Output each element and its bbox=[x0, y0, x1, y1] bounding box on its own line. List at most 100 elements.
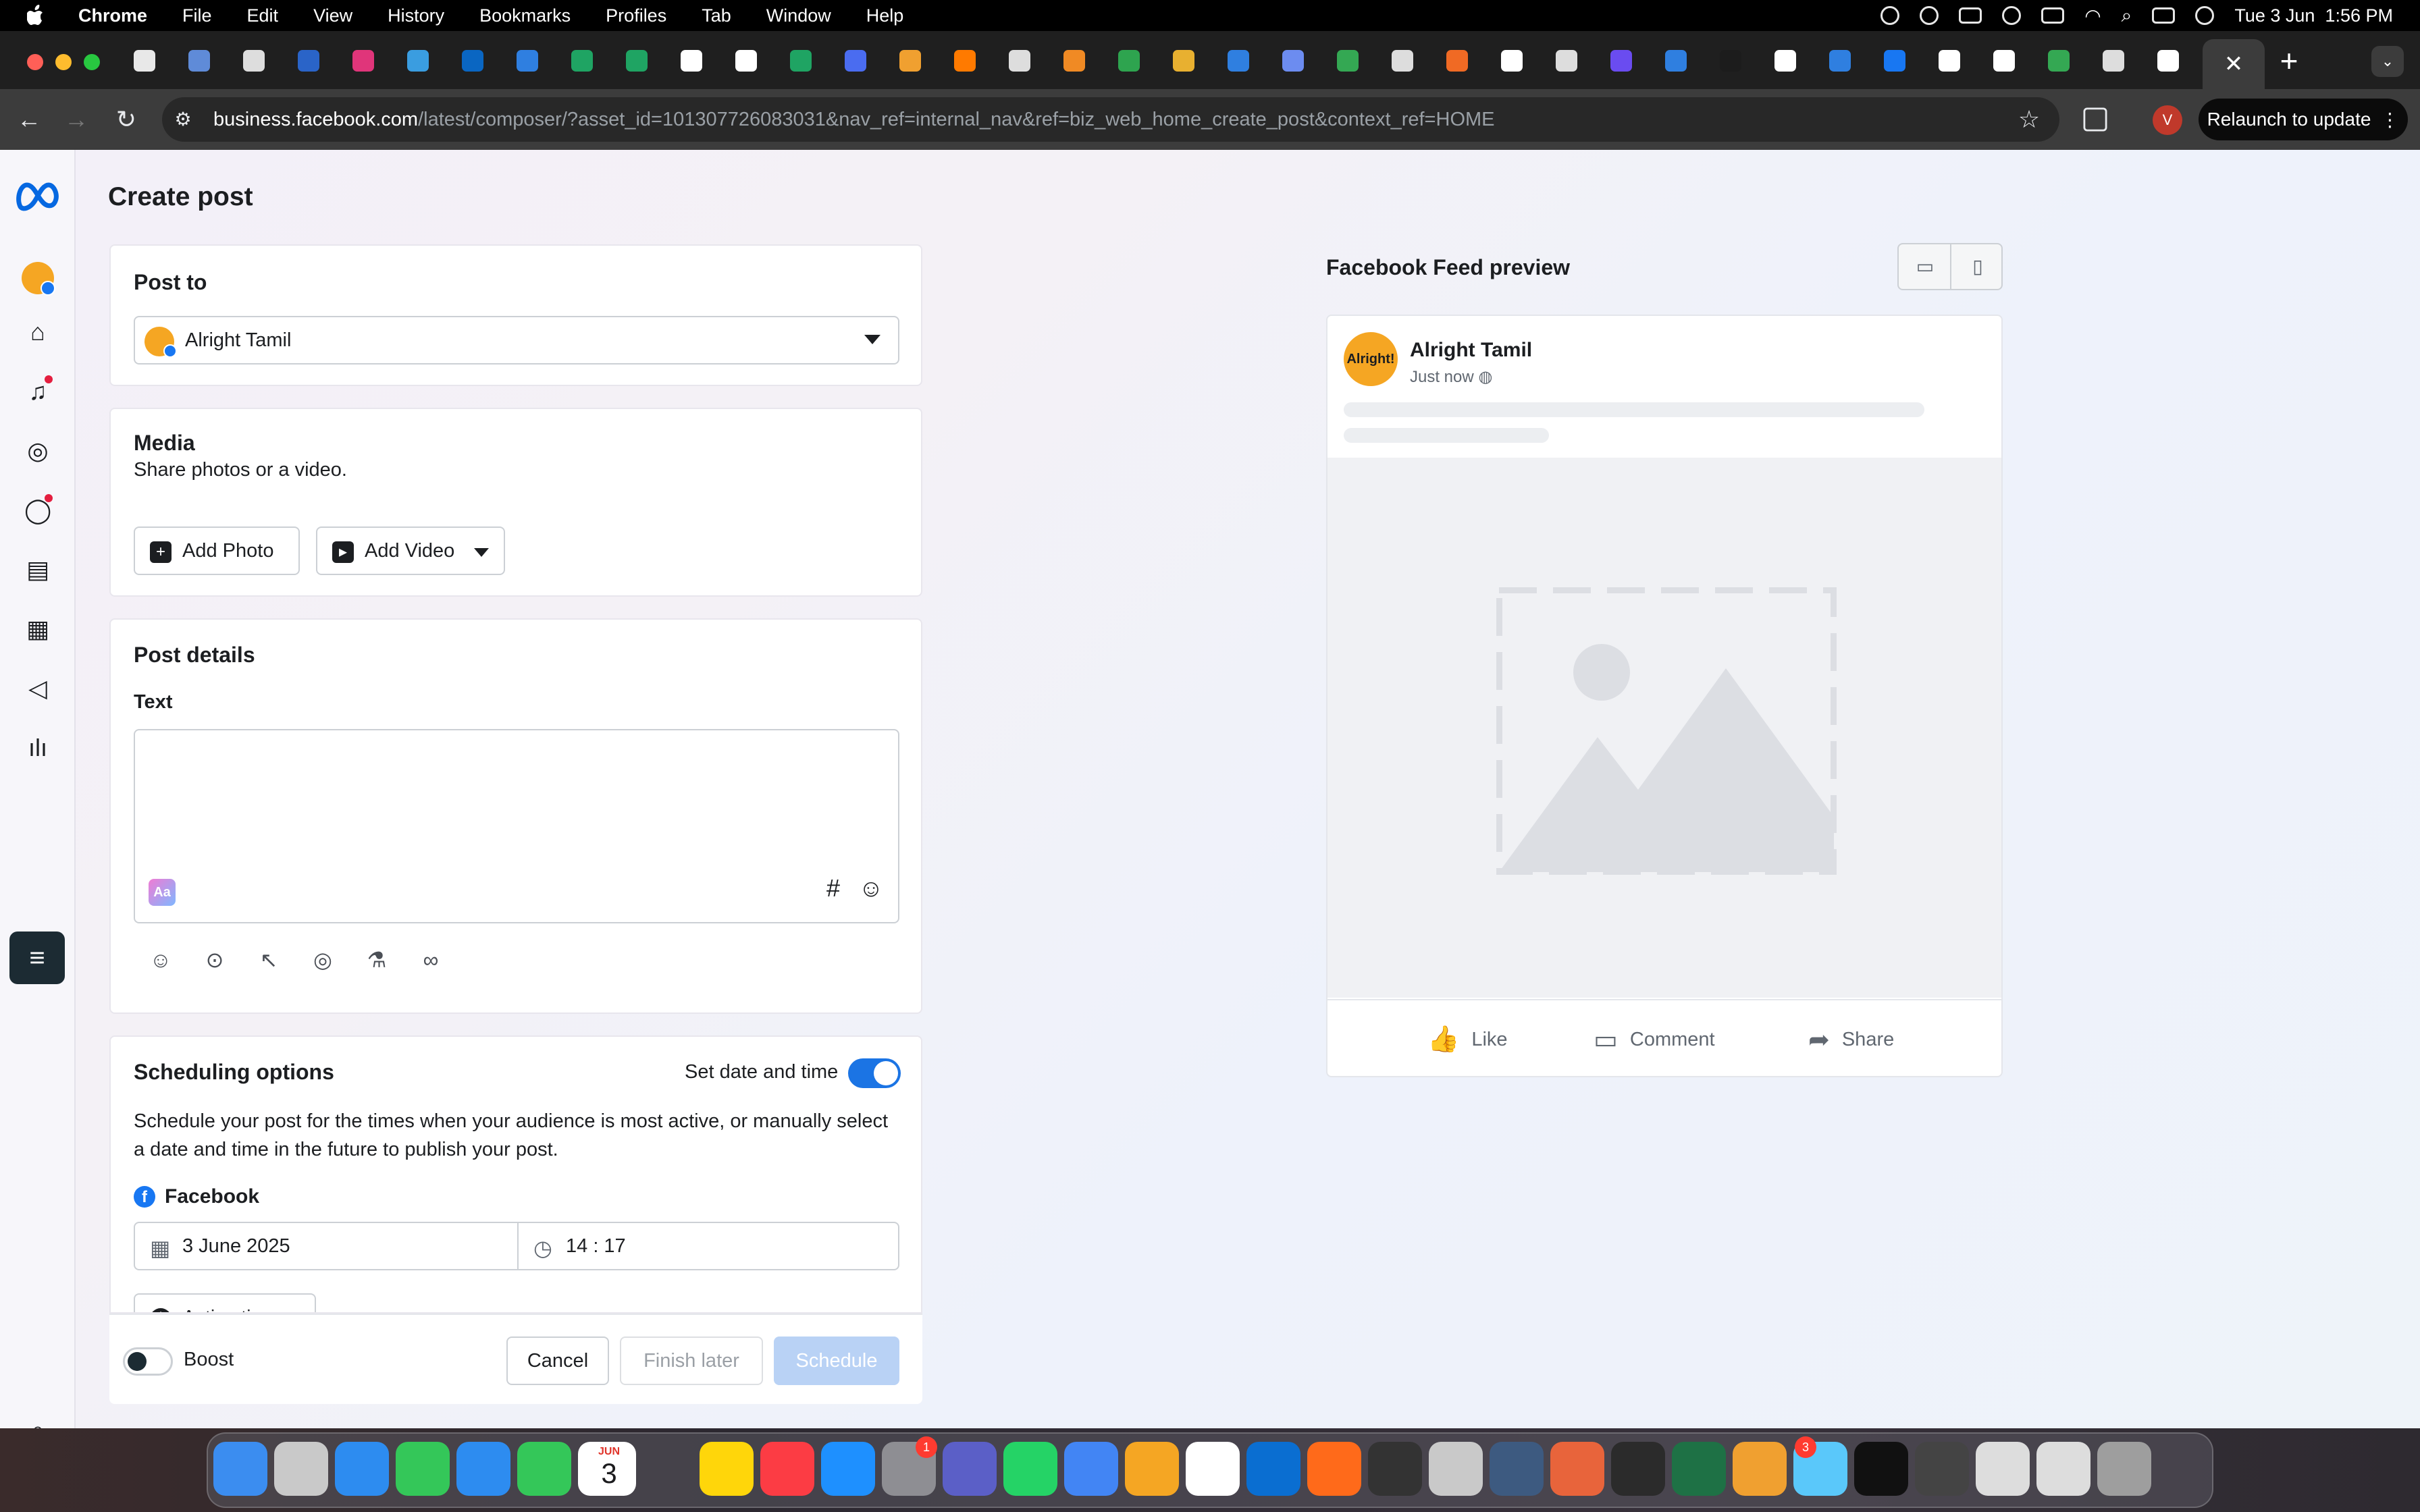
tab-favicon-icon[interactable] bbox=[1774, 50, 1796, 72]
spotlight-search-icon[interactable]: ⌕ bbox=[2122, 5, 2132, 27]
dock-app-icon[interactable] bbox=[1854, 1442, 1908, 1496]
content-icon[interactable]: ▤ bbox=[24, 556, 51, 583]
active-times-button[interactable]: i Active times bbox=[134, 1293, 316, 1312]
tab-favicon-icon[interactable] bbox=[1446, 50, 1468, 72]
boost-toggle[interactable] bbox=[123, 1347, 173, 1376]
calendar-dock-app[interactable]: JUN 3 bbox=[582, 1442, 636, 1496]
dock-app-icon[interactable] bbox=[1186, 1442, 1240, 1496]
wifi-icon[interactable]: ◠ bbox=[2084, 5, 2101, 27]
profile-avatar[interactable]: V bbox=[2153, 105, 2182, 135]
tab-favicon-icon[interactable] bbox=[790, 50, 812, 72]
dock-app-icon[interactable] bbox=[1490, 1442, 1544, 1496]
set-date-time-toggle[interactable] bbox=[848, 1058, 901, 1088]
tab-favicon-icon[interactable] bbox=[845, 50, 866, 72]
all-tools-menu-icon[interactable]: ≡ bbox=[9, 932, 65, 984]
finish-later-button[interactable]: Finish later bbox=[620, 1336, 763, 1385]
tab-favicon-icon[interactable] bbox=[1939, 50, 1960, 72]
tab-favicon-icon[interactable] bbox=[1228, 50, 1249, 72]
tab-favicon-icon[interactable] bbox=[2048, 50, 2070, 72]
tab-favicon-icon[interactable] bbox=[1501, 50, 1523, 72]
dock-app-icon[interactable] bbox=[1915, 1442, 1969, 1496]
tab-favicon-icon[interactable] bbox=[134, 50, 155, 72]
menu-file[interactable]: File bbox=[182, 5, 212, 26]
tab-favicon-icon[interactable] bbox=[2103, 50, 2124, 72]
window-close-button[interactable] bbox=[27, 54, 43, 70]
tab-favicon-icon[interactable] bbox=[1884, 50, 1905, 72]
dock-app-icon[interactable] bbox=[1672, 1442, 1726, 1496]
new-tab-button[interactable]: + bbox=[2270, 42, 2308, 80]
dock-app-icon[interactable] bbox=[1246, 1442, 1300, 1496]
back-arrow-icon[interactable]: ← bbox=[12, 103, 46, 136]
active-tab[interactable]: ✕ bbox=[2203, 39, 2265, 89]
schedule-time-input[interactable]: ◷ 14 : 17 bbox=[517, 1222, 899, 1270]
calendar-icon[interactable]: ▦ bbox=[24, 616, 51, 643]
tab-favicon-icon[interactable] bbox=[1720, 50, 1741, 72]
site-info-icon[interactable]: ⚙ bbox=[170, 107, 196, 132]
add-video-button[interactable]: ▸ Add Video bbox=[316, 526, 505, 575]
bookmark-star-icon[interactable]: ☆ bbox=[2012, 103, 2046, 136]
schedule-button[interactable]: Schedule bbox=[774, 1336, 899, 1385]
tab-favicon-icon[interactable] bbox=[1173, 50, 1194, 72]
headphones-icon[interactable] bbox=[2002, 6, 2022, 25]
tab-favicon-icon[interactable] bbox=[571, 50, 593, 72]
menu-help[interactable]: Help bbox=[866, 5, 904, 26]
dock-app-icon[interactable] bbox=[1125, 1442, 1179, 1496]
dock-app-icon[interactable] bbox=[517, 1442, 571, 1496]
tab-favicon-icon[interactable] bbox=[1993, 50, 2015, 72]
control-center-icon[interactable] bbox=[2152, 7, 2176, 24]
home-icon[interactable]: ⌂ bbox=[24, 319, 51, 346]
tab-favicon-icon[interactable] bbox=[899, 50, 921, 72]
tab-favicon-icon[interactable] bbox=[1337, 50, 1359, 72]
tab-favicon-icon[interactable] bbox=[626, 50, 648, 72]
schedule-date-input[interactable]: ▦ 3 June 2025 bbox=[134, 1222, 519, 1270]
tab-favicon-icon[interactable] bbox=[1009, 50, 1030, 72]
relaunch-to-update-button[interactable]: Relaunch to update ⋮ bbox=[2199, 99, 2408, 140]
ab-test-flask-icon[interactable]: ⚗ bbox=[363, 946, 390, 973]
menu-profiles[interactable]: Profiles bbox=[606, 5, 666, 26]
dock-app-icon[interactable] bbox=[1368, 1442, 1422, 1496]
dock-app-icon[interactable] bbox=[1003, 1442, 1057, 1496]
dock-app-icon[interactable] bbox=[2097, 1442, 2151, 1496]
feeling-emoji-icon[interactable]: ☺ bbox=[147, 946, 174, 973]
dock-app-icon[interactable] bbox=[213, 1442, 267, 1496]
tab-close-icon[interactable]: ✕ bbox=[2224, 51, 2244, 78]
menu-window[interactable]: Window bbox=[766, 5, 831, 26]
dock-app-icon[interactable] bbox=[1733, 1442, 1787, 1496]
tab-favicon-icon[interactable] bbox=[517, 50, 538, 72]
menu-bar-clock[interactable]: Tue 3 Jun 1:56 PM bbox=[2234, 5, 2393, 26]
status-icon[interactable] bbox=[1920, 6, 1939, 25]
mobile-preview-icon[interactable]: ▯ bbox=[1951, 244, 2004, 289]
window-minimize-button[interactable] bbox=[55, 54, 72, 70]
tab-favicon-icon[interactable] bbox=[462, 50, 483, 72]
status-icon[interactable] bbox=[1959, 7, 1982, 24]
menu-history[interactable]: History bbox=[388, 5, 444, 26]
dock-app-icon[interactable] bbox=[1064, 1442, 1118, 1496]
dock-app-icon[interactable] bbox=[943, 1442, 997, 1496]
link-icon[interactable]: ∞ bbox=[417, 946, 444, 973]
menu-tab[interactable]: Tab bbox=[702, 5, 731, 26]
insights-chart-icon[interactable]: ılı bbox=[24, 734, 51, 761]
emoji-icon[interactable]: ☺ bbox=[858, 875, 885, 902]
dock-app-icon[interactable] bbox=[1976, 1442, 2030, 1496]
page-selector-dropdown[interactable]: Alright Tamil bbox=[134, 316, 899, 364]
menu-edit[interactable]: Edit bbox=[247, 5, 279, 26]
tab-favicon-icon[interactable] bbox=[1392, 50, 1413, 72]
forward-arrow-icon[interactable]: → bbox=[59, 103, 93, 136]
dock-app-icon[interactable] bbox=[2036, 1442, 2090, 1496]
dock-app-icon[interactable] bbox=[1307, 1442, 1361, 1496]
tab-favicon-icon[interactable] bbox=[1118, 50, 1140, 72]
tab-favicon-icon[interactable] bbox=[352, 50, 374, 72]
location-pin-icon[interactable]: ⊙ bbox=[201, 946, 228, 973]
tab-favicon-icon[interactable] bbox=[681, 50, 702, 72]
tab-favicon-icon[interactable] bbox=[1665, 50, 1687, 72]
tab-favicon-icon[interactable] bbox=[188, 50, 210, 72]
window-zoom-button[interactable] bbox=[84, 54, 100, 70]
call-to-action-cursor-icon[interactable]: ↖ bbox=[255, 946, 282, 973]
menu-bookmarks[interactable]: Bookmarks bbox=[479, 5, 571, 26]
dock-app-icon[interactable] bbox=[456, 1442, 510, 1496]
apple-logo-icon[interactable] bbox=[27, 5, 46, 26]
tab-favicon-icon[interactable] bbox=[1610, 50, 1632, 72]
dock-app-icon[interactable] bbox=[700, 1442, 754, 1496]
text-format-icon[interactable]: Aa bbox=[149, 879, 176, 906]
ads-megaphone-icon[interactable]: ◁ bbox=[24, 675, 51, 702]
